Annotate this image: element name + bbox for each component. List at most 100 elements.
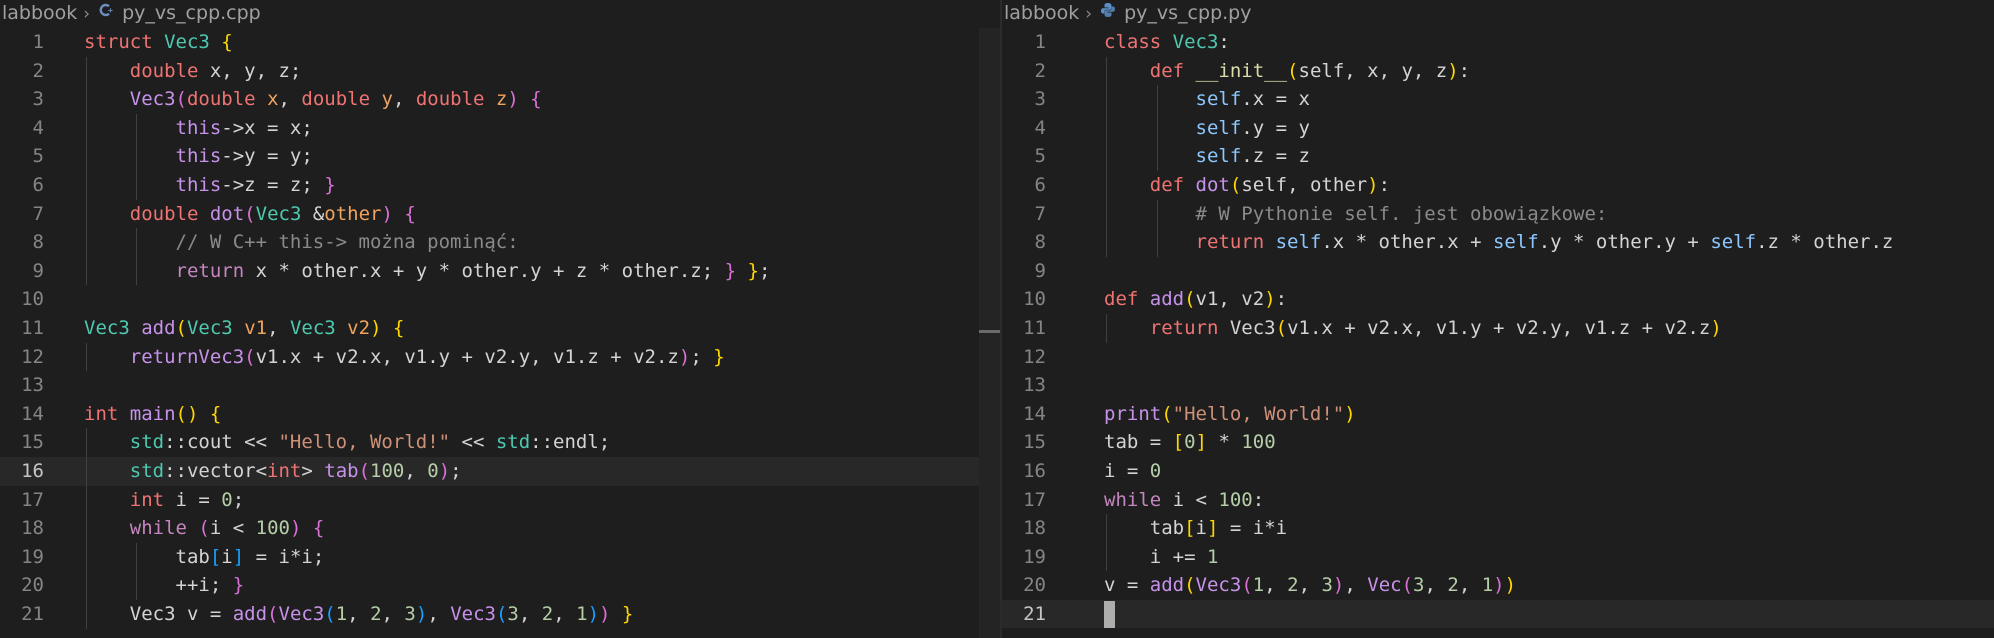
code-text[interactable]: tab[i] = i*i bbox=[1104, 514, 1287, 543]
code-text[interactable]: print("Hello, World!") bbox=[1104, 400, 1356, 429]
code-line[interactable]: 8 return self.x * other.x + self.y * oth… bbox=[1002, 228, 1994, 257]
code-text[interactable]: return self.x * other.x + self.y * other… bbox=[1104, 228, 1894, 257]
code-text[interactable]: i = 0 bbox=[1104, 457, 1161, 486]
code-line[interactable]: 16 std::vector<int> tab(100, 0); bbox=[0, 456, 1000, 486]
code-area[interactable]: 1 class Vec3: 2 def __init__(self, x, y, z… bbox=[1002, 28, 1994, 629]
code-line[interactable]: 19 tab[i] = i*i; bbox=[0, 543, 1000, 572]
code-text[interactable]: return x * other.x + y * other.y + z * o… bbox=[84, 257, 771, 286]
code-line[interactable]: 7 double dot(Vec3 &other) { bbox=[0, 200, 1000, 229]
code-line[interactable]: 18 tab[i] = i*i bbox=[1002, 514, 1994, 543]
code-line[interactable]: 20 v = add(Vec3(1, 2, 3), Vec(3, 2, 1)) bbox=[1002, 571, 1994, 600]
editor-pane-cpp[interactable]: labbook › + py_vs_cpp.cpp 1 struct Vec3 {2 d… bbox=[0, 0, 1000, 638]
code-line[interactable]: 1 class Vec3: bbox=[1002, 28, 1994, 57]
code-text[interactable]: self.z = z bbox=[1104, 142, 1310, 171]
code-token: } bbox=[232, 574, 245, 597]
code-token: v1.x + v2.x, v1.y + v2.y, v1.z + v2.z bbox=[255, 345, 679, 368]
breadcrumb-file[interactable]: py_vs_cpp.cpp bbox=[122, 2, 261, 24]
code-line[interactable]: 20 ++i; } bbox=[0, 571, 1000, 600]
code-text[interactable]: double dot(Vec3 &other) { bbox=[84, 200, 416, 229]
code-line[interactable]: 14 int main() { bbox=[0, 400, 1000, 429]
code-line[interactable]: 4 this->x = x; bbox=[0, 114, 1000, 143]
code-line[interactable]: 3 self.x = x bbox=[1002, 85, 1994, 114]
code-line[interactable]: 19 i += 1 bbox=[1002, 543, 1994, 572]
code-line[interactable]: 13 bbox=[1002, 371, 1994, 400]
code-text[interactable]: int i = 0; bbox=[84, 486, 244, 515]
scrollbar[interactable] bbox=[979, 28, 1000, 638]
code-token: , bbox=[381, 602, 405, 625]
code-text[interactable]: tab = [0] * 100 bbox=[1104, 428, 1276, 457]
indent-guide bbox=[86, 342, 87, 372]
code-text[interactable]: ++i; } bbox=[84, 571, 245, 600]
code-text[interactable]: def add(v1, v2): bbox=[1104, 285, 1287, 314]
code-text[interactable]: i += 1 bbox=[1104, 543, 1219, 572]
code-text[interactable]: returnVec3(v1.x + v2.x, v1.y + v2.y, v1.… bbox=[84, 343, 725, 372]
code-token: double bbox=[186, 88, 268, 111]
code-line[interactable]: 3 Vec3(double x, double y, double z) { bbox=[0, 85, 1000, 114]
code-text[interactable]: tab[i] = i*i; bbox=[84, 543, 325, 572]
code-text[interactable]: return Vec3(v1.x + v2.x, v1.y + v2.y, v1… bbox=[1104, 314, 1722, 343]
code-line[interactable]: 17 while i < 100: bbox=[1002, 486, 1994, 515]
code-line[interactable]: 9 return x * other.x + y * other.y + z *… bbox=[0, 257, 1000, 286]
code-line[interactable]: 10 def add(v1, v2): bbox=[1002, 285, 1994, 314]
code-line[interactable]: 15 std::cout << "Hello, World!" << std::… bbox=[0, 428, 1000, 457]
code-text[interactable]: while (i < 100) { bbox=[84, 514, 325, 543]
code-token: ] bbox=[1206, 517, 1219, 540]
code-text[interactable]: double x, y, z; bbox=[84, 57, 302, 86]
code-text[interactable]: this->x = x; bbox=[84, 114, 313, 143]
code-token: ( bbox=[1275, 316, 1288, 339]
code-text[interactable]: Vec3 v = add(Vec3(1, 2, 3), Vec3(3, 2, 1… bbox=[84, 600, 634, 629]
code-text[interactable]: self.y = y bbox=[1104, 114, 1310, 143]
code-line[interactable]: 11 return Vec3(v1.x + v2.x, v1.y + v2.y,… bbox=[1002, 314, 1994, 343]
code-line[interactable]: 21 Vec3 v = add(Vec3(1, 2, 3), Vec3(3, 2… bbox=[0, 600, 1000, 629]
code-text[interactable]: def __init__(self, x, y, z): bbox=[1104, 57, 1470, 86]
breadcrumb-folder[interactable]: labbook bbox=[1004, 2, 1079, 24]
code-line[interactable]: 1 struct Vec3 { bbox=[0, 28, 1000, 57]
code-line[interactable]: 21 bbox=[1002, 599, 1994, 629]
code-line[interactable]: 5 this->y = y; bbox=[0, 142, 1000, 171]
code-text[interactable]: Vec3 add(Vec3 v1, Vec3 v2) { bbox=[84, 314, 404, 343]
code-token: ] bbox=[232, 545, 245, 568]
code-line[interactable]: 5 self.z = z bbox=[1002, 142, 1994, 171]
code-line[interactable]: 2 double x, y, z; bbox=[0, 57, 1000, 86]
editor-pane-python[interactable]: labbook › py_vs_cpp.py 1 class Vec3: 2 def _… bbox=[1002, 0, 1994, 638]
code-text[interactable]: this->z = z; } bbox=[84, 171, 336, 200]
code-text[interactable]: self.x = x bbox=[1104, 85, 1310, 114]
breadcrumb-folder[interactable]: labbook bbox=[2, 2, 77, 24]
code-line[interactable]: 15 tab = [0] * 100 bbox=[1002, 428, 1994, 457]
code-token: 3 bbox=[1321, 574, 1333, 597]
code-token: ( bbox=[175, 316, 187, 339]
code-line[interactable]: 17 int i = 0; bbox=[0, 486, 1000, 515]
code-line[interactable]: 8 // W C++ this-> można pominąć: bbox=[0, 228, 1000, 257]
code-text[interactable]: struct Vec3 { bbox=[84, 28, 233, 57]
code-area[interactable]: 1 struct Vec3 {2 double x, y, z; 3 Vec3(do… bbox=[0, 28, 1000, 629]
code-line[interactable]: 7 # W Pythonie self. jest obowiązkowe: bbox=[1002, 200, 1994, 229]
code-line[interactable]: 2 def __init__(self, x, y, z): bbox=[1002, 57, 1994, 86]
code-text[interactable]: v = add(Vec3(1, 2, 3), Vec(3, 2, 1)) bbox=[1104, 571, 1516, 600]
code-text[interactable]: Vec3(double x, double y, double z) { bbox=[84, 85, 542, 114]
code-text[interactable]: std::vector<int> tab(100, 0); bbox=[84, 457, 462, 486]
code-line[interactable]: 16 i = 0 bbox=[1002, 457, 1994, 486]
code-line[interactable]: 18 while (i < 100) { bbox=[0, 514, 1000, 543]
code-text[interactable]: std::cout << "Hello, World!" << std::end… bbox=[84, 428, 610, 457]
code-line[interactable]: 14 print("Hello, World!") bbox=[1002, 400, 1994, 429]
code-line[interactable]: 12 bbox=[1002, 343, 1994, 372]
code-text[interactable]: class Vec3: bbox=[1104, 28, 1230, 57]
code-line[interactable]: 6 this->z = z; } bbox=[0, 171, 1000, 200]
code-line[interactable]: 11 Vec3 add(Vec3 v1, Vec3 v2) { bbox=[0, 314, 1000, 343]
code-text[interactable]: # W Pythonie self. jest obowiązkowe: bbox=[1104, 200, 1608, 229]
code-text[interactable]: this->y = y; bbox=[84, 142, 313, 171]
code-line[interactable]: 13 bbox=[0, 371, 1000, 400]
code-text[interactable]: // W C++ this-> można pominąć: bbox=[84, 228, 519, 257]
code-line[interactable]: 12 returnVec3(v1.x + v2.x, v1.y + v2.y, … bbox=[0, 343, 1000, 372]
code-line[interactable]: 6 def dot(self, other): bbox=[1002, 171, 1994, 200]
code-line[interactable]: 10 bbox=[0, 285, 1000, 314]
breadcrumb-file[interactable]: py_vs_cpp.py bbox=[1124, 2, 1251, 24]
code-text[interactable]: while i < 100: bbox=[1104, 486, 1264, 515]
code-line[interactable]: 9 bbox=[1002, 257, 1994, 286]
code-line[interactable]: 4 self.y = y bbox=[1002, 114, 1994, 143]
code-token: , bbox=[1264, 574, 1288, 597]
code-text[interactable]: int main() { bbox=[84, 400, 221, 429]
code-text[interactable]: def dot(self, other): bbox=[1104, 171, 1390, 200]
